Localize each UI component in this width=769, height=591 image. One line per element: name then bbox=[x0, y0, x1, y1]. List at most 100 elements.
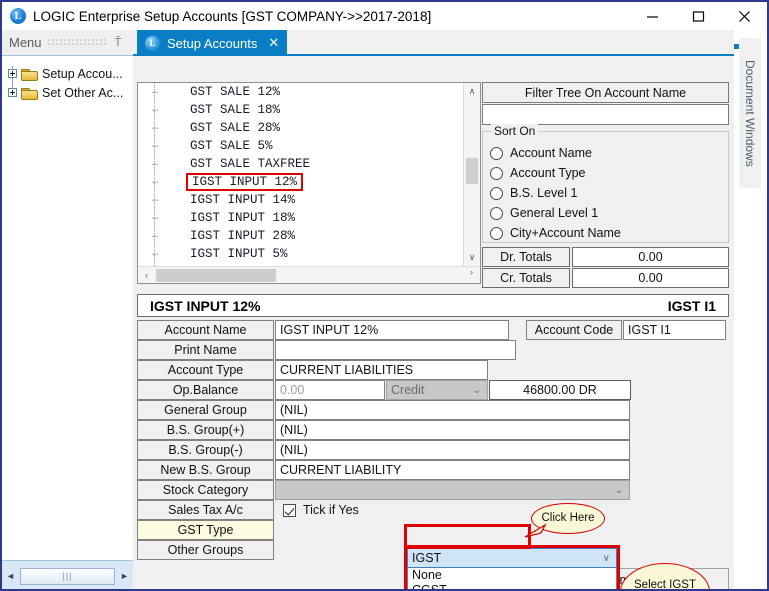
minimize-button[interactable] bbox=[629, 2, 675, 30]
account-tree-items: ┄ GST SALE 12% ┄ GST SALE 18% ┄ GST SALE… bbox=[138, 83, 463, 266]
filter-tree-input[interactable] bbox=[482, 104, 729, 125]
op-balance-label: Op.Balance bbox=[137, 380, 274, 400]
sidebar-item-set-other-accounts[interactable]: Set Other Ac... bbox=[2, 83, 133, 102]
radio-city-account-name[interactable]: City+Account Name bbox=[490, 223, 728, 243]
tree-item[interactable]: ┄ GST SALE 18% bbox=[138, 101, 463, 119]
scroll-left-icon[interactable]: ◄ bbox=[2, 571, 19, 581]
account-name-input[interactable]: IGST INPUT 12% bbox=[275, 320, 509, 340]
dropdown-option-none[interactable]: None bbox=[408, 568, 616, 583]
new-bs-group-input[interactable]: CURRENT LIABILITY bbox=[275, 460, 630, 480]
tree-item-selected[interactable]: ┄ IGST INPUT 12% bbox=[138, 173, 463, 191]
radio-bs-level-1[interactable]: B.S. Level 1 bbox=[490, 183, 728, 203]
gst-type-label: GST Type bbox=[137, 520, 274, 540]
row-bs-group-minus: B.S. Group(-) (NIL) bbox=[137, 440, 630, 460]
general-group-input[interactable]: (NIL) bbox=[275, 400, 630, 420]
account-code-label: Account Code bbox=[526, 320, 622, 340]
scrollbar-thumb[interactable]: ||| bbox=[20, 567, 115, 585]
drag-dots-icon bbox=[46, 38, 106, 47]
scroll-right-icon[interactable]: ► bbox=[116, 571, 133, 581]
tab-setup-accounts[interactable]: L Setup Accounts ✕ bbox=[137, 30, 288, 56]
new-bs-group-label: New B.S. Group bbox=[137, 460, 274, 480]
row-account-name: Account Name IGST INPUT 12% Account Code… bbox=[137, 320, 726, 340]
tree-item[interactable]: ┄ GST SALE 5% bbox=[138, 137, 463, 155]
tree-item-label: IGST INPUT 12% bbox=[185, 173, 304, 191]
dropdown-option-cgst[interactable]: CGST bbox=[408, 583, 616, 590]
tree-item[interactable]: ┄ GST SALE TAXFREE bbox=[138, 155, 463, 173]
dr-totals-row: Dr. Totals 0.00 bbox=[482, 247, 729, 267]
sidebar-item-label: Setup Accou... bbox=[42, 66, 123, 81]
account-tree[interactable]: ┄ GST SALE 12% ┄ GST SALE 18% ┄ GST SALE… bbox=[137, 82, 481, 284]
print-name-input[interactable] bbox=[275, 340, 516, 360]
tree-horizontal-scrollbar[interactable]: ‹ › bbox=[138, 266, 480, 283]
tree-item[interactable]: ┄ GST SALE 12% bbox=[138, 83, 463, 101]
tree-item[interactable]: ┄ IGST INPUT 5% bbox=[138, 245, 463, 263]
document-windows-panel: Document Windows bbox=[734, 30, 767, 589]
other-groups-button[interactable]: Other Groups bbox=[137, 540, 274, 560]
tree-item-label: GST SALE 5% bbox=[190, 139, 273, 153]
maximize-button[interactable] bbox=[675, 2, 721, 30]
radio-account-name[interactable]: Account Name bbox=[490, 143, 728, 163]
expand-icon[interactable] bbox=[8, 69, 17, 78]
scroll-down-icon[interactable]: ∨ bbox=[464, 249, 480, 266]
row-general-group: General Group (NIL) bbox=[137, 400, 630, 420]
navigation-panel: Setup Accou... Set Other Ac... bbox=[2, 55, 133, 560]
radio-label: B.S. Level 1 bbox=[510, 186, 578, 200]
tree-item-label: IGST INPUT 18% bbox=[190, 211, 296, 225]
bs-group-plus-input[interactable]: (NIL) bbox=[275, 420, 630, 440]
detail-header-account-name: IGST INPUT 12% bbox=[150, 297, 261, 314]
title-bar: L LOGIC Enterprise Setup Accounts [GST C… bbox=[2, 2, 767, 30]
scrollbar-thumb[interactable] bbox=[466, 158, 478, 184]
radio-icon[interactable] bbox=[490, 226, 503, 240]
callout-bubble-text: Select IGST for IGST bbox=[620, 563, 710, 589]
account-type-input[interactable]: CURRENT LIABILITIES bbox=[275, 360, 488, 380]
row-new-bs-group: New B.S. Group CURRENT LIABILITY bbox=[137, 460, 630, 480]
folder-icon bbox=[21, 87, 38, 100]
close-window-button[interactable] bbox=[721, 2, 767, 30]
radio-icon[interactable] bbox=[490, 186, 503, 200]
radio-icon[interactable] bbox=[490, 166, 503, 180]
bs-group-plus-label: B.S. Group(+) bbox=[137, 420, 274, 440]
stock-category-select[interactable]: ⌄ bbox=[275, 480, 630, 500]
gst-type-select[interactable]: IGST ∨ bbox=[407, 548, 617, 568]
radio-icon[interactable] bbox=[490, 206, 503, 220]
tree-vertical-scrollbar[interactable]: ∧ ∨ bbox=[463, 83, 480, 266]
sales-tax-ac-label: Sales Tax A/c bbox=[137, 500, 274, 520]
op-balance-drcr-select[interactable]: Credit ⌄ bbox=[386, 380, 488, 400]
radio-general-level-1[interactable]: General Level 1 bbox=[490, 203, 728, 223]
sidebar-item-setup-accounts[interactable]: Setup Accou... bbox=[2, 64, 133, 83]
tree-item-label: GST SALE 18% bbox=[190, 103, 281, 117]
tab-logo-icon: L bbox=[145, 35, 160, 51]
scrollbar-thumb[interactable] bbox=[156, 269, 276, 282]
tab-close-icon[interactable]: ✕ bbox=[268, 35, 279, 51]
tree-item[interactable]: ┄ IGST INPUT 28% bbox=[138, 227, 463, 245]
radio-icon[interactable] bbox=[490, 146, 503, 160]
row-print-name: Print Name bbox=[137, 340, 516, 360]
tree-item[interactable]: ┄ GST SALE 28% bbox=[138, 119, 463, 137]
tree-item[interactable]: ┄ IGST INPUT 14% bbox=[138, 191, 463, 209]
filter-text-field[interactable] bbox=[483, 105, 728, 124]
account-code-input[interactable]: IGST I1 bbox=[623, 320, 726, 340]
bs-group-minus-input[interactable]: (NIL) bbox=[275, 440, 630, 460]
cr-totals-value: 0.00 bbox=[572, 268, 729, 288]
document-windows-label: Document Windows bbox=[743, 59, 757, 167]
scroll-right-icon[interactable]: › bbox=[463, 267, 480, 277]
row-gst-type: GST Type bbox=[137, 520, 274, 540]
pin-icon[interactable]: ⍑ bbox=[110, 35, 126, 50]
document-windows-tab[interactable]: Document Windows bbox=[739, 38, 761, 188]
detail-header-account-code: IGST I1 bbox=[667, 297, 716, 314]
tree-item-label: GST SALE 12% bbox=[190, 85, 281, 99]
scroll-up-icon[interactable]: ∧ bbox=[464, 83, 480, 100]
navigation-horizontal-scrollbar[interactable]: ◄ ||| ► bbox=[2, 560, 133, 589]
radio-account-type[interactable]: Account Type bbox=[490, 163, 728, 183]
tree-branch-icon: ┄ bbox=[152, 140, 160, 153]
op-balance-closing-value: 46800.00 DR bbox=[489, 380, 631, 400]
tree-branch-icon: ┄ bbox=[152, 104, 160, 117]
checkbox-icon[interactable] bbox=[283, 503, 296, 517]
gst-type-dropdown-list[interactable]: None CGST SGST IGST bbox=[407, 568, 617, 590]
scroll-left-icon[interactable]: ‹ bbox=[138, 270, 155, 280]
op-balance-input[interactable]: 0.00 bbox=[275, 380, 385, 400]
tree-item[interactable]: ┄ IGST INPUT 18% bbox=[138, 209, 463, 227]
tree-branch-icon: ┄ bbox=[152, 212, 160, 225]
expand-icon[interactable] bbox=[8, 88, 17, 97]
tree-item-label: GST SALE TAXFREE bbox=[190, 157, 311, 171]
